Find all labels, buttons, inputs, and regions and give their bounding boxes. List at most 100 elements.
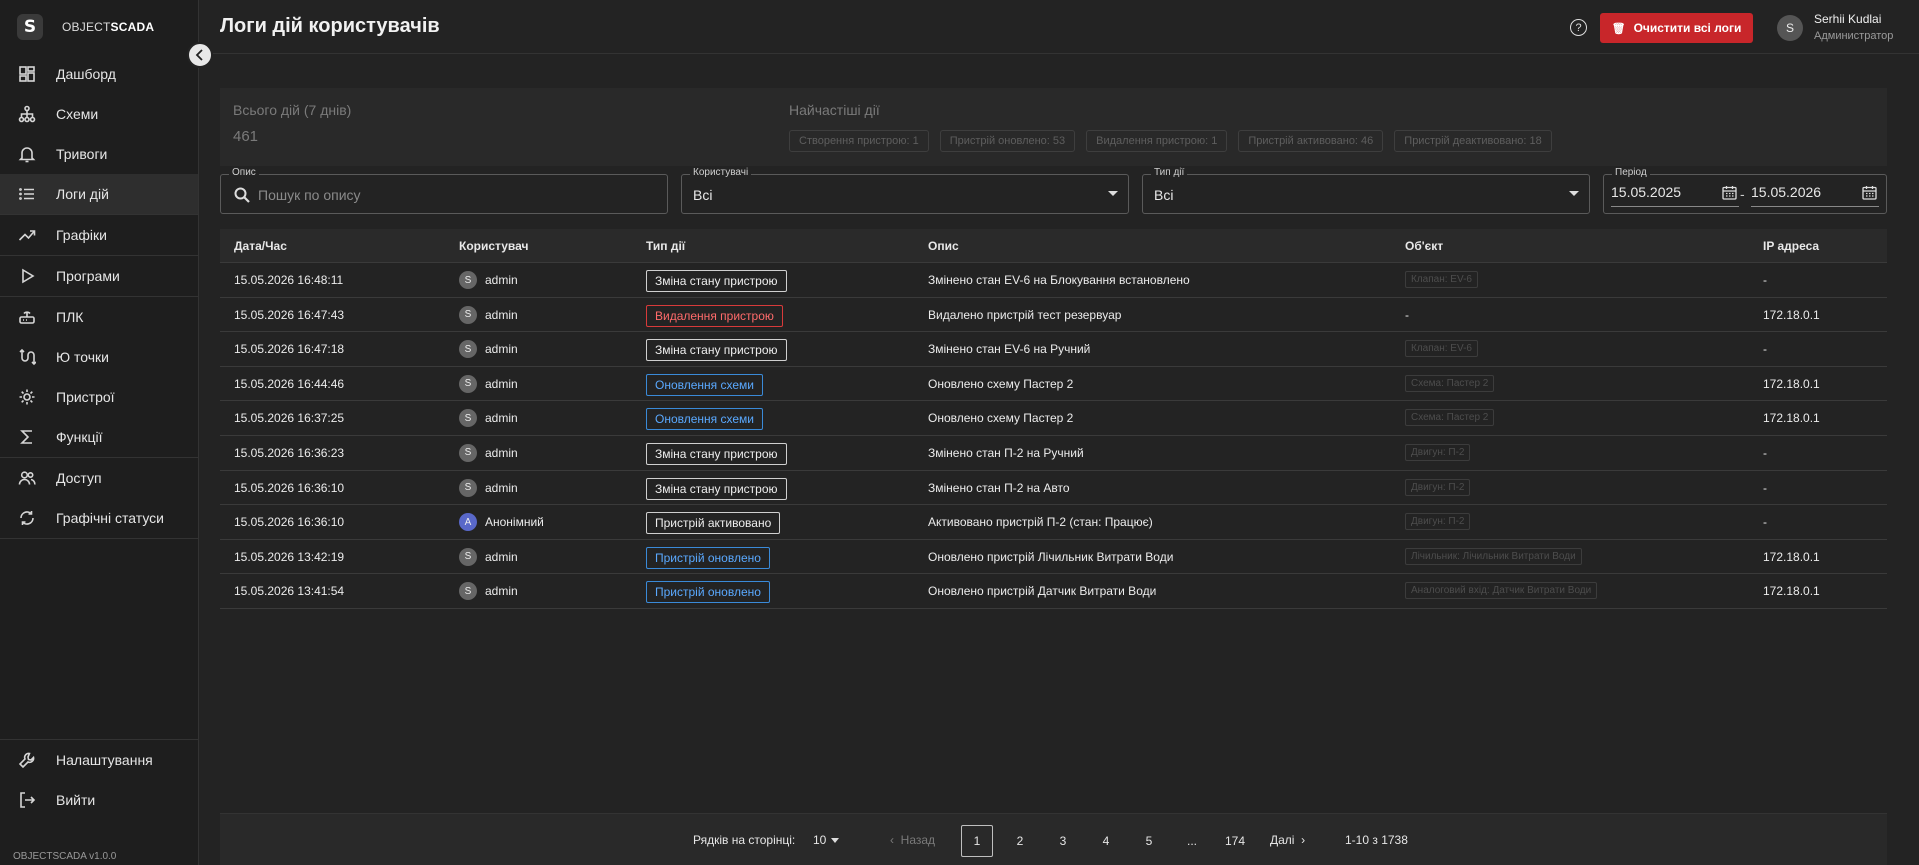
play-icon: [17, 266, 37, 286]
users-filter-select[interactable]: Користувачі Всі: [681, 167, 1129, 214]
next-page-button[interactable]: Далі ›: [1270, 833, 1305, 847]
column-header[interactable]: Опис: [928, 239, 959, 253]
chevron-down-icon[interactable]: [831, 838, 839, 843]
logs-table: Дата/Час Користувач Тип дії Опис Об'єкт IP ад…: [220, 229, 1887, 609]
object-chip[interactable]: Двигун: П-2: [1405, 513, 1471, 531]
sidebar-item-sidebar-groups-2-0[interactable]: Програми: [0, 256, 198, 296]
calendar-icon[interactable]: [1722, 185, 1737, 200]
object-chip[interactable]: Схема: Пастер 2: [1405, 409, 1495, 427]
date-from-input[interactable]: 15.05.2025: [1611, 181, 1739, 207]
prev-page-button[interactable]: ‹ Назад: [890, 833, 935, 847]
clear-all-logs-button[interactable]: 🗑 Очистити всі логи: [1600, 13, 1753, 43]
table-row[interactable]: 15.05.2026 16:47:43 Sadmin Видалення прист…: [220, 298, 1887, 333]
ip-cell: 172.18.0.1: [1763, 307, 1820, 322]
table-row[interactable]: 15.05.2026 16:48:11 Sadmin Зміна стану при…: [220, 263, 1887, 298]
page-button[interactable]: 174: [1219, 825, 1251, 857]
table-row[interactable]: 15.05.2026 13:41:54 Sadmin Пристрій оновле…: [220, 574, 1887, 609]
device-gear-icon: [17, 387, 37, 407]
column-header[interactable]: Об'єкт: [1405, 239, 1443, 253]
sidebar-item-sidebar-groups-1-0[interactable]: Графіки: [0, 215, 198, 255]
date-to-input[interactable]: 15.05.2026: [1751, 181, 1879, 207]
sidebar-item-sidebar-groups-0-2[interactable]: Тривоги: [0, 134, 198, 174]
user-cell: Sadmin: [459, 409, 518, 428]
page-button[interactable]: 3: [1047, 825, 1079, 857]
sidebar-item-sidebar-groups-3-0[interactable]: ПЛК: [0, 297, 198, 337]
users-icon: [17, 468, 37, 488]
object-chip[interactable]: Клапан: EV-6: [1405, 340, 1478, 358]
sidebar-item-sidebar-groups-0-0[interactable]: Дашборд: [0, 54, 198, 94]
calendar-icon[interactable]: [1862, 185, 1877, 200]
sidebar-item-sidebar-groups-4-0[interactable]: Доступ: [0, 458, 198, 498]
action-type-badge: Оновлення схеми: [646, 408, 763, 431]
description-cell: Активовано пристрій П-2 (стан: Працює): [928, 515, 1153, 530]
table-row[interactable]: 15.05.2026 13:42:19 Sadmin Пристрій оновле…: [220, 540, 1887, 575]
page-button[interactable]: 4: [1090, 825, 1122, 857]
user-cell: A Анонімний: [459, 513, 544, 532]
router-icon: [17, 307, 37, 327]
table-row[interactable]: 15.05.2026 16:36:23 Sadmin Зміна стану при…: [220, 436, 1887, 471]
table-row[interactable]: 15.05.2026 16:36:10 Sadmin Зміна стану при…: [220, 471, 1887, 506]
sidebar-collapse-button[interactable]: [187, 42, 213, 68]
datetime-cell: 15.05.2026 13:42:19: [234, 549, 345, 564]
page-button[interactable]: 1: [961, 825, 993, 857]
sidebar-item-sidebar-groups-3-1[interactable]: Ю точки: [0, 337, 198, 377]
io-icon: [17, 347, 37, 367]
object-chip[interactable]: Двигун: П-2: [1405, 478, 1471, 496]
column-header[interactable]: Користувач: [459, 239, 528, 253]
user-name-cell: admin: [485, 342, 518, 357]
logout-icon: [17, 790, 37, 810]
sidebar-group: Програми: [0, 256, 198, 297]
datetime-cell: 15.05.2026 16:36:10: [234, 480, 345, 495]
refresh-icon: [17, 508, 37, 528]
sidebar-item-label: Програми: [56, 268, 120, 284]
table-row[interactable]: 15.05.2026 16:37:25 Sadmin Оновлення схеми…: [220, 401, 1887, 436]
rows-per-page-select[interactable]: 10: [813, 833, 826, 847]
chevron-down-icon: [1108, 191, 1118, 196]
user-cell: Sadmin: [459, 374, 518, 393]
column-header[interactable]: IP адреса: [1763, 239, 1819, 253]
description-filter-label: Опис: [229, 167, 259, 178]
sidebar-item-label: Функції: [56, 429, 103, 445]
object-cell: -: [1405, 307, 1409, 322]
table-row[interactable]: 15.05.2026 16:47:18 Sadmin Зміна стану при…: [220, 332, 1887, 367]
sidebar-item-sidebar-groups-4-1[interactable]: Графічні статуси: [0, 498, 198, 538]
description-cell: Оновлено пристрій Лічильник Витрати Води: [928, 549, 1174, 564]
table-row[interactable]: 15.05.2026 16:36:10 A Анонімний Пристрій ак…: [220, 505, 1887, 540]
sidebar-bottom-nav: Налаштування Вийти: [0, 739, 199, 820]
sidebar-item-sidebar-groups-0-3[interactable]: Логи дій: [0, 174, 198, 214]
object-chip[interactable]: Схема: Пастер 2: [1405, 374, 1495, 392]
trash-icon: 🗑: [1611, 22, 1626, 35]
sidebar-item-sidebar-bottom-0[interactable]: Налаштування: [0, 740, 199, 780]
object-chip[interactable]: Лічильник: Лічильник Витрати Води: [1405, 547, 1582, 565]
sidebar-item-sidebar-groups-3-2[interactable]: Пристрої: [0, 377, 198, 417]
total-actions-label: Всього дій (7 днів): [233, 102, 352, 118]
user-cell: Sadmin: [459, 547, 518, 566]
datetime-cell: 15.05.2026 16:36:23: [234, 445, 345, 460]
page-title: Логи дій користувачів: [220, 15, 440, 37]
column-header[interactable]: Дата/Час: [234, 239, 287, 253]
sidebar-item-sidebar-groups-3-3[interactable]: Функції: [0, 417, 198, 457]
action-type-badge: Пристрій оновлено: [646, 546, 770, 569]
brand[interactable]: S OBJECTSCADA: [0, 0, 198, 54]
sidebar-item-sidebar-groups-0-1[interactable]: Схеми: [0, 94, 198, 134]
wrench-icon: [17, 750, 37, 770]
help-icon[interactable]: ?: [1570, 19, 1587, 36]
description-filter[interactable]: Опис: [220, 167, 668, 214]
object-chip[interactable]: Аналоговий вхід: Датчик Витрати Води: [1405, 582, 1598, 600]
sidebar-item-sidebar-bottom-1[interactable]: Вийти: [0, 780, 199, 820]
sidebar-nav: Дашборд Схеми Тривоги Логи дій Графіки Програ…: [0, 54, 198, 539]
column-header[interactable]: Тип дії: [646, 239, 685, 253]
description-search-input[interactable]: [258, 184, 628, 206]
action-type-badge: Зміна стану пристрою: [646, 270, 787, 292]
sidebar-item-label: Графічні статуси: [56, 510, 164, 526]
ip-cell: -: [1763, 480, 1767, 495]
action-type-filter-select[interactable]: Тип дії Всі: [1142, 167, 1590, 214]
page-button[interactable]: 2: [1004, 825, 1036, 857]
page-button[interactable]: 5: [1133, 825, 1165, 857]
ip-cell: 172.18.0.1: [1763, 549, 1820, 564]
object-chip[interactable]: Клапан: EV-6: [1405, 271, 1478, 288]
object-chip[interactable]: Двигун: П-2: [1405, 443, 1471, 461]
ip-cell: 172.18.0.1: [1763, 584, 1820, 599]
user-avatar[interactable]: S: [1777, 15, 1803, 41]
table-row[interactable]: 15.05.2026 16:44:46 Sadmin Оновлення схеми…: [220, 367, 1887, 402]
